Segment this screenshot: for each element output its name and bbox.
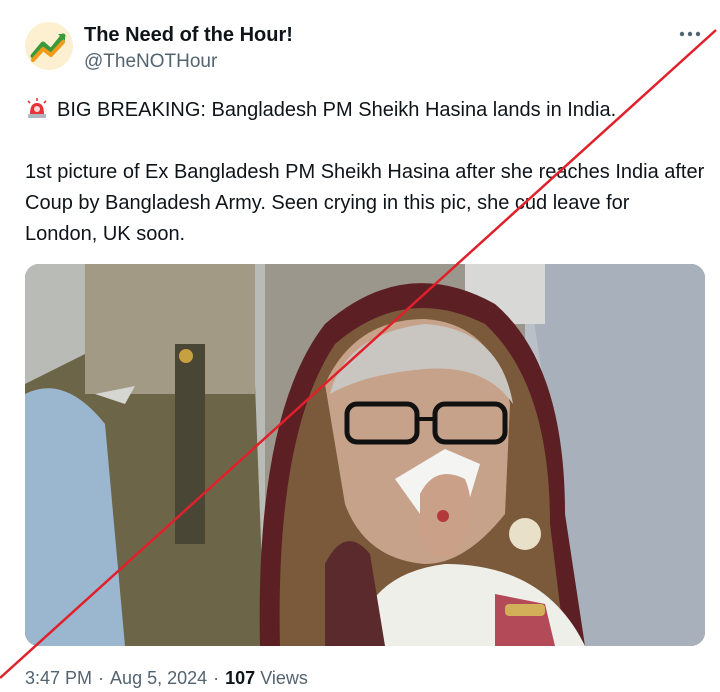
more-options-button[interactable] bbox=[676, 22, 704, 46]
police-siren-icon bbox=[27, 98, 47, 118]
meta-separator: · bbox=[98, 668, 105, 688]
tweet-meta: 3:47 PM · Aug 5, 2024 · 107 Views bbox=[25, 668, 308, 689]
views-label: Views bbox=[260, 668, 308, 688]
tweet-line-2: 1st picture of Ex Bangladesh PM Sheikh H… bbox=[25, 161, 705, 245]
tweet-line-1: BIG BREAKING: Bangladesh PM Sheikh Hasin… bbox=[57, 99, 617, 121]
views-count: 107 bbox=[225, 668, 256, 688]
tweet-photo[interactable] bbox=[25, 264, 705, 646]
account-display-name[interactable]: The Need of the Hour! bbox=[84, 24, 293, 47]
meta-separator: · bbox=[213, 668, 220, 688]
woman-crying-photo-icon bbox=[25, 264, 705, 646]
tweet-date[interactable]: Aug 5, 2024 bbox=[110, 668, 207, 688]
tweet-card: The Need of the Hour! @TheNOTHour BIG BR… bbox=[0, 0, 720, 692]
trend-arrow-logo-icon bbox=[25, 22, 73, 70]
account-avatar[interactable] bbox=[25, 22, 73, 70]
tweet-headline: BIG BREAKING: Bangladesh PM Sheikh Hasin… bbox=[25, 95, 705, 126]
account-handle[interactable]: @TheNOTHour bbox=[84, 51, 217, 73]
tweet-text: BIG BREAKING: Bangladesh PM Sheikh Hasin… bbox=[25, 95, 705, 250]
more-dots-icon bbox=[679, 31, 701, 37]
tweet-time[interactable]: 3:47 PM bbox=[25, 668, 92, 688]
